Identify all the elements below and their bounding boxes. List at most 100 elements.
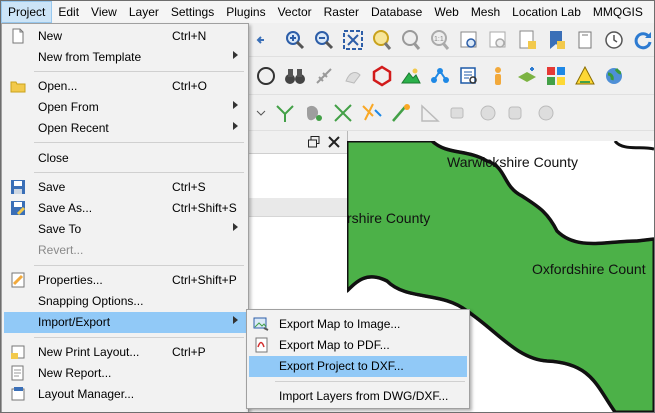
menu-view[interactable]: View [85,1,123,23]
zoom-in-icon[interactable] [284,29,306,51]
map-navigation-toolbar: 1:1 [249,23,654,57]
menu-database[interactable]: Database [365,1,428,23]
zoom-next-icon[interactable] [487,29,509,51]
submenu-item-import-dwg-dxf[interactable]: Import Layers from DWG/DXF... [249,386,467,407]
menu-item-label: Snapping Options... [38,294,144,308]
refresh-icon[interactable] [632,29,654,51]
menu-item-new-from-template[interactable]: New from Template [4,47,246,68]
menu-raster[interactable]: Raster [318,1,365,23]
menu-item-shortcut: Ctrl+Shift+S [172,201,237,215]
reshape-icon[interactable] [303,102,325,124]
menu-item-snapping-options[interactable]: Snapping Options... [4,291,246,312]
area-icon[interactable] [400,65,422,87]
menu-item-shortcut: Ctrl+Shift+P [172,273,237,287]
menu-item-new-print-layout[interactable]: New Print Layout... Ctrl+P [4,342,246,363]
temporal-controller-icon[interactable] [574,29,596,51]
menu-item-revert: Revert... [4,240,246,261]
pin-label-icon[interactable] [535,102,557,124]
show-bookmarks-icon[interactable] [545,29,567,51]
pan-to-selection-icon[interactable] [255,29,277,51]
menu-item-label: Open Recent [38,121,109,135]
menu-item-label: Import/Export [38,315,111,329]
zoom-to-selection-icon[interactable] [371,29,393,51]
menu-layer[interactable]: Layer [123,1,165,23]
measure-angle-icon[interactable] [419,102,441,124]
select-polygon-icon[interactable] [371,65,393,87]
map-label-shire-county: rshire County [347,210,431,226]
rotate-label-icon[interactable] [477,102,499,124]
menu-item-save-as[interactable]: Save As... Ctrl+Shift+S [4,198,246,219]
menu-item-import-export[interactable]: Import/Export [4,312,246,333]
zoom-out-icon[interactable] [313,29,335,51]
menu-settings[interactable]: Settings [165,1,220,23]
menu-item-properties[interactable]: Properties... Ctrl+Shift+P [4,270,246,291]
menu-item-new-report[interactable]: New Report... [4,363,246,384]
network-icon[interactable] [429,65,451,87]
pdf-icon [253,337,269,353]
menu-item-save-to[interactable]: Save To [4,219,246,240]
label-properties-icon[interactable] [506,102,528,124]
menu-item-new[interactable]: New Ctrl+N [4,26,246,47]
menu-item-label: Layout Manager... [38,387,135,401]
submenu-item-export-map-pdf[interactable]: Export Map to PDF... [249,335,467,356]
menu-project[interactable]: Project [1,1,53,23]
warning-triangle-icon[interactable] [574,65,596,87]
dropdown-chevron-icon[interactable] [255,102,267,124]
menu-item-label: New Print Layout... [38,345,140,359]
globe-icon[interactable] [603,65,625,87]
menu-item-label: Save As... [38,201,93,215]
folder-icon [10,78,26,94]
move-label-icon[interactable] [448,102,470,124]
submenu-item-export-map-image[interactable]: Export Map to Image... [249,314,467,335]
report-icon [10,365,26,381]
annotation-icon[interactable] [342,65,364,87]
menu-separator [34,337,244,338]
menu-edit[interactable]: Edit [52,1,85,23]
digitizing-toolbar [249,95,654,131]
project-menu: New Ctrl+N New from Template Open... Ctr… [1,23,249,412]
menu-plugins[interactable]: Plugins [220,1,271,23]
close-panel-icon[interactable] [327,135,341,149]
menu-location-lab[interactable]: Location Lab [506,1,587,23]
new-bookmark-icon[interactable] [516,29,538,51]
person-icon[interactable] [487,65,509,87]
attributes-toolbar [249,57,654,95]
menu-item-label: Open... [38,79,78,93]
submenu-item-export-project-dxf[interactable]: Export Project to DXF... [249,356,467,377]
add-layer-icon[interactable] [516,65,538,87]
menu-item-close[interactable]: Close [4,148,246,169]
menu-item-open[interactable]: Open... Ctrl+O [4,76,246,97]
menu-web[interactable]: Web [428,1,464,23]
menu-item-open-from[interactable]: Open From [4,97,246,118]
zoom-last-icon[interactable] [458,29,480,51]
properties-icon [10,272,26,288]
menu-item-label: Save [38,180,66,194]
menu-item-open-recent[interactable]: Open Recent [4,118,246,139]
zoom-native-icon[interactable]: 1:1 [429,29,451,51]
menu-item-layout-manager[interactable]: Layout Manager... [4,384,246,405]
menu-mesh[interactable]: Mesh [465,1,506,23]
submenu-arrow-icon [233,223,238,231]
measure-line-icon[interactable] [313,65,335,87]
menu-item-label: Revert... [38,243,84,257]
submenu-arrow-icon [233,122,238,130]
menu-item-shortcut: Ctrl+S [172,180,206,194]
float-panel-icon[interactable] [308,136,320,148]
hexagon-icon[interactable] [255,65,277,87]
offset-curve-icon[interactable] [361,102,383,124]
zoom-full-icon[interactable] [342,29,364,51]
zoom-to-layer-icon[interactable] [400,29,422,51]
delete-part-icon[interactable] [332,102,354,124]
menu-item-label: Save To [38,222,82,236]
menu-mmqgis[interactable]: MMQGIS [587,1,649,23]
split-feature-icon[interactable] [274,102,296,124]
menu-separator [275,381,465,382]
identify-features-icon[interactable] [458,65,480,87]
clock-icon[interactable] [603,29,625,51]
plugin-grid-icon[interactable] [545,65,567,87]
trim-extend-icon[interactable] [390,102,412,124]
menu-item-save[interactable]: Save Ctrl+S [4,177,246,198]
menu-separator [34,71,244,72]
binoculars-icon[interactable] [284,65,306,87]
menu-vector[interactable]: Vector [272,1,318,23]
